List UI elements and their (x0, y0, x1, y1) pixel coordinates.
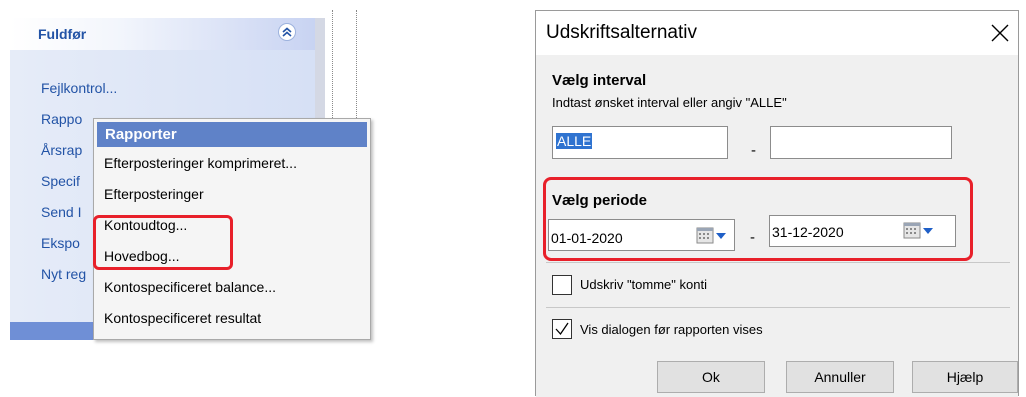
task-pane-header[interactable]: Fuldfør (10, 18, 315, 50)
menu-item-efterposteringer-komprimeret[interactable]: Efterposteringer komprimeret... (104, 155, 297, 171)
show-dialog-checkbox[interactable] (552, 319, 572, 339)
task-link-fejlkontrol[interactable]: Fejlkontrol... (41, 80, 117, 96)
menu-item-kontospecificeret-resultat[interactable]: Kontospecificeret resultat (104, 310, 261, 326)
highlight-box-period (543, 177, 973, 261)
task-link-specifikation[interactable]: Specif (41, 173, 80, 189)
dialog-titlebar[interactable]: Udskriftsalternativ (536, 11, 1018, 55)
context-menu-header: Rapporter (97, 122, 367, 147)
separator-line (546, 307, 1010, 308)
collapse-chevron-icon[interactable] (278, 23, 296, 41)
task-link-eksport[interactable]: Ekspo (41, 235, 80, 251)
separator-line (546, 262, 1010, 263)
ok-button[interactable]: Ok (657, 361, 765, 393)
task-pane-title: Fuldfør (38, 26, 87, 42)
empty-accounts-checkbox[interactable] (552, 275, 572, 295)
menu-item-kontospecificeret-balance[interactable]: Kontospecificeret balance... (104, 279, 276, 295)
show-dialog-label: Vis dialogen før rapporten vises (580, 322, 763, 337)
empty-accounts-label: Udskriv "tomme" konti (580, 277, 707, 292)
cancel-button[interactable]: Annuller (786, 361, 894, 393)
task-link-send[interactable]: Send I (41, 204, 81, 220)
interval-heading: Vælg interval (552, 72, 647, 89)
interval-from-value: ALLE (556, 133, 593, 149)
highlight-box-menu (93, 215, 233, 270)
context-menu-title: Rapporter (105, 126, 177, 143)
close-icon[interactable] (990, 23, 1010, 43)
help-button[interactable]: Hjælp (912, 361, 1018, 393)
interval-separator: - (751, 142, 756, 159)
dialog-title: Udskriftsalternativ (546, 22, 697, 43)
menu-item-efterposteringer[interactable]: Efterposteringer (104, 186, 204, 202)
checkmark-icon (555, 322, 569, 336)
interval-to-input[interactable] (770, 126, 952, 159)
interval-instruction: Indtast ønsket interval eller angiv "ALL… (552, 95, 787, 110)
task-link-nyt-regnskab[interactable]: Nyt reg (41, 266, 86, 282)
task-link-rapporter[interactable]: Rappo (41, 111, 82, 127)
interval-from-input[interactable]: ALLE (552, 126, 728, 159)
task-link-arsrapport[interactable]: Årsrap (41, 142, 82, 158)
